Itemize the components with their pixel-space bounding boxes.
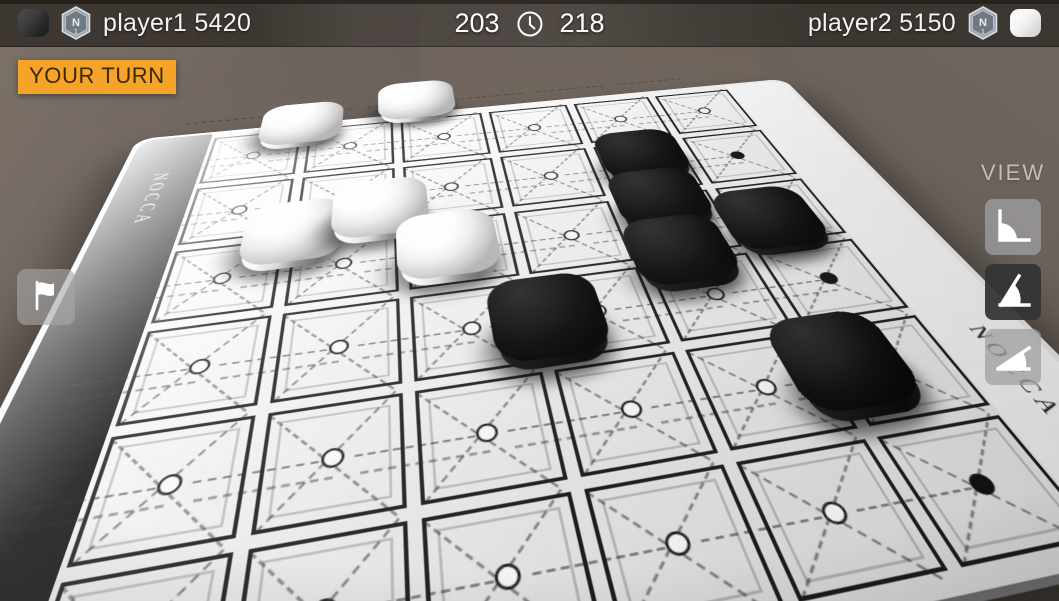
- view-panel-title: VIEW: [980, 160, 1046, 185]
- view-angle-mid-button[interactable]: [985, 264, 1041, 320]
- view-angle-high-button[interactable]: [985, 199, 1041, 255]
- view-angle-low-button[interactable]: [985, 329, 1041, 385]
- top-hud-bar: N 1 player1 5420 203 218 player2 5150 N …: [0, 0, 1059, 47]
- view-panel[interactable]: VIEW: [977, 160, 1049, 385]
- player2-panel[interactable]: player2 5150 N 1: [808, 6, 1041, 40]
- rank-badge-icon: N 1: [968, 6, 998, 40]
- player1-clock: 203: [454, 8, 500, 38]
- angle-25-icon: [993, 337, 1033, 377]
- clock-panel: 203 218: [454, 0, 604, 47]
- flag-icon: [29, 279, 63, 316]
- light-cube-icon: [1010, 9, 1041, 37]
- surrender-button[interactable]: [17, 269, 75, 325]
- player2-name-score: player2 5150: [807, 8, 956, 37]
- player2-clock: 218: [559, 8, 605, 38]
- svg-text:1: 1: [981, 29, 985, 36]
- rank-badge-icon: N 1: [61, 6, 91, 40]
- dark-cube-icon: [18, 9, 49, 37]
- game-screen: NOCCA NOCCA N 1 player1 5420: [0, 0, 1059, 601]
- clock-icon: [516, 10, 544, 38]
- svg-text:1: 1: [74, 29, 78, 36]
- angle-60-icon: [993, 272, 1033, 312]
- svg-text:N: N: [72, 17, 80, 29]
- status-badge: YOUR TURN: [18, 60, 176, 94]
- player1-name-score: player1 5420: [103, 8, 252, 37]
- svg-text:N: N: [979, 17, 987, 29]
- angle-90-icon: [993, 207, 1033, 247]
- player1-panel[interactable]: N 1 player1 5420: [18, 6, 251, 40]
